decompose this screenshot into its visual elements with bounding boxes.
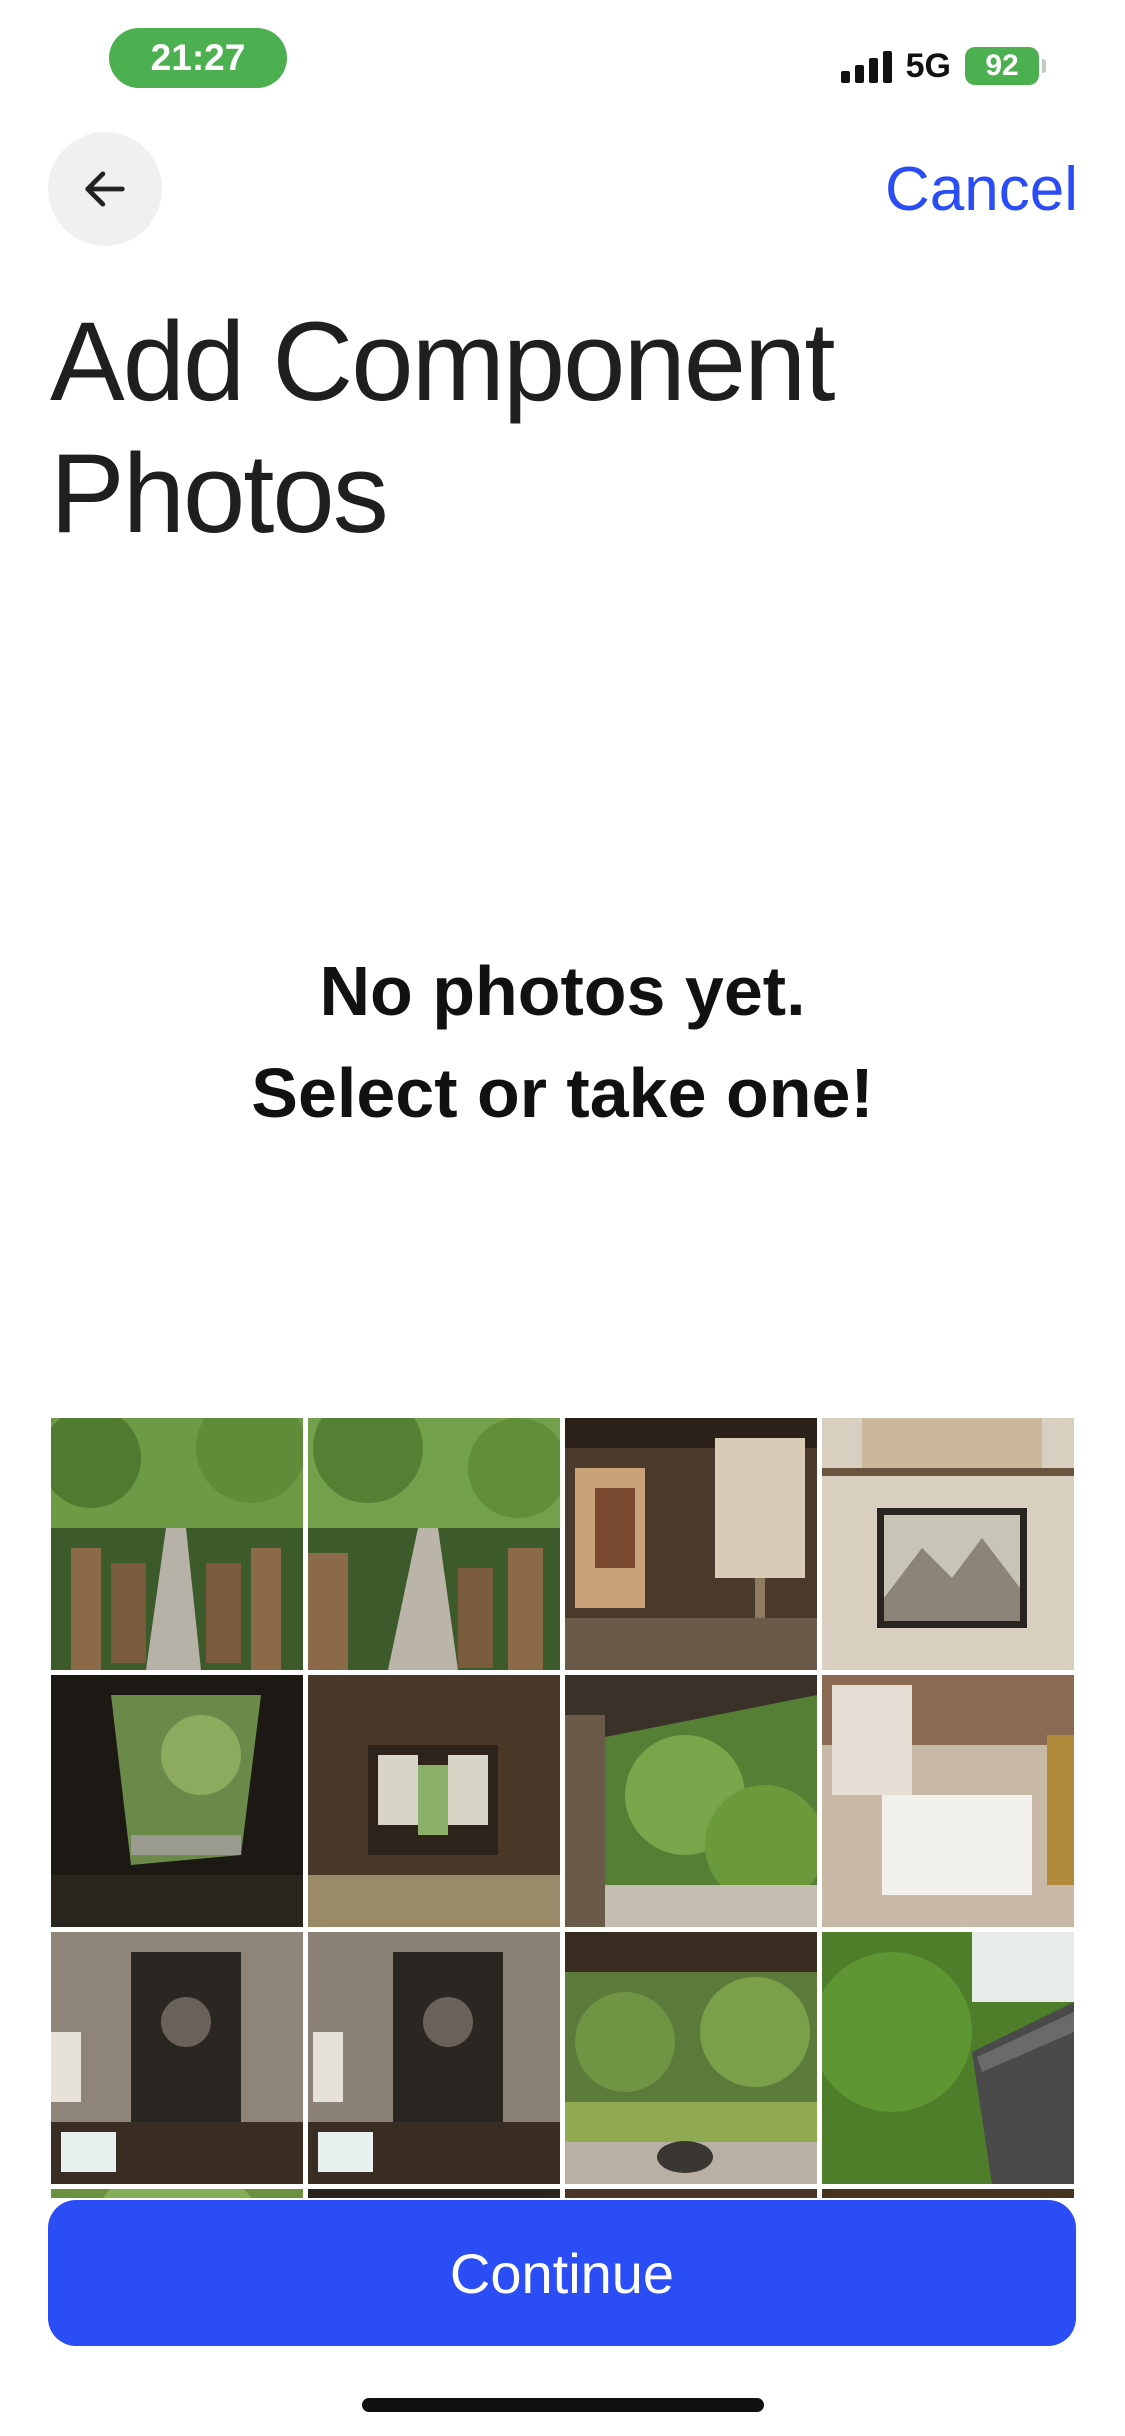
continue-button[interactable]: Continue [48, 2200, 1076, 2346]
photo-thumbnail[interactable] [51, 1418, 303, 1670]
photo-thumbnail[interactable] [822, 1932, 1074, 2184]
photo-thumbnail[interactable] [308, 2189, 560, 2198]
home-indicator[interactable] [362, 2398, 764, 2412]
photo-thumbnail[interactable] [822, 1675, 1074, 1927]
status-indicators: 5G 92 [840, 44, 1046, 88]
photo-thumbnail[interactable] [308, 1675, 560, 1927]
status-time: 21:27 [109, 28, 287, 88]
back-button[interactable] [48, 132, 162, 246]
page-title: Add Component Photos [50, 299, 835, 556]
empty-state-line-2: Select or take one! [251, 1054, 874, 1132]
arrow-left-icon [85, 171, 125, 207]
photo-thumbnail[interactable] [51, 2189, 303, 2198]
photo-library-grid [51, 1418, 1075, 2198]
photo-thumbnail[interactable] [308, 1418, 560, 1670]
photo-thumbnail[interactable] [308, 1932, 560, 2184]
photo-thumbnail[interactable] [822, 1418, 1074, 1670]
signal-icon [840, 49, 892, 83]
photo-thumbnail[interactable] [565, 1932, 817, 2184]
photo-thumbnail[interactable] [822, 2189, 1074, 2198]
empty-state-line-1: No photos yet. [319, 952, 806, 1030]
photo-thumbnail[interactable] [51, 1675, 303, 1927]
network-type: 5G [905, 46, 951, 85]
photo-thumbnail[interactable] [565, 1675, 817, 1927]
cancel-button[interactable]: Cancel [885, 154, 1078, 225]
photo-thumbnail[interactable] [51, 1932, 303, 2184]
photo-thumbnail[interactable] [565, 1418, 817, 1670]
battery-icon: 92 [965, 47, 1046, 85]
photo-thumbnail[interactable] [565, 2189, 817, 2198]
battery-level: 92 [985, 49, 1019, 82]
empty-state-message: No photos yet. Select or take one! [0, 940, 1125, 1144]
